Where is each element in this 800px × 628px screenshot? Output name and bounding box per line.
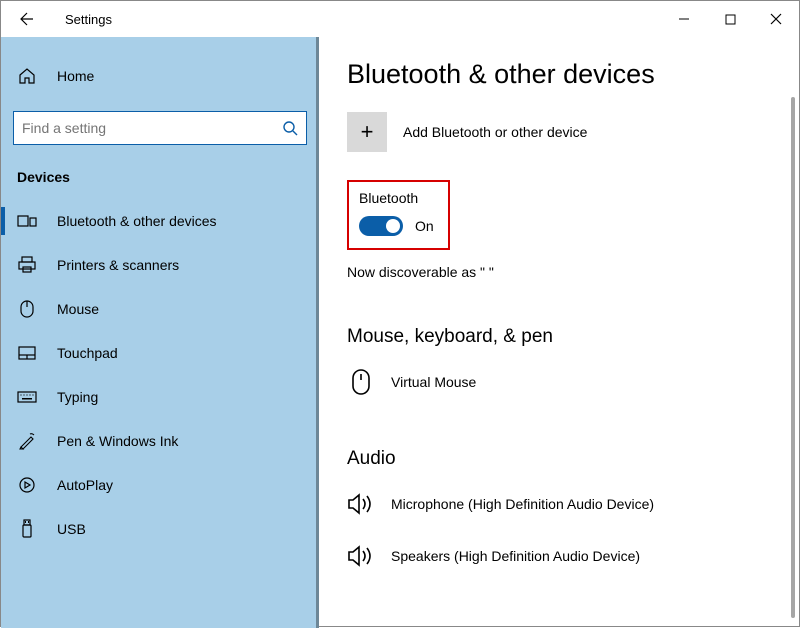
sidebar-item-printers[interactable]: Printers & scanners xyxy=(1,243,319,287)
pen-icon xyxy=(17,432,37,450)
mouse-icon xyxy=(17,300,37,318)
close-button[interactable] xyxy=(753,3,799,35)
mouse-outline-icon xyxy=(347,368,375,396)
minimize-button[interactable] xyxy=(661,3,707,35)
sidebar-item-label: Typing xyxy=(57,389,98,405)
add-device-label: Add Bluetooth or other device xyxy=(403,124,587,140)
sidebar-item-usb[interactable]: USB xyxy=(1,507,319,551)
close-icon xyxy=(770,13,782,25)
maximize-icon xyxy=(725,14,736,25)
touchpad-icon xyxy=(17,346,37,360)
discoverable-text: Now discoverable as " " xyxy=(347,264,775,280)
arrow-left-icon xyxy=(17,11,33,27)
sidebar-item-touchpad[interactable]: Touchpad xyxy=(1,331,319,375)
sidebar-item-typing[interactable]: Typing xyxy=(1,375,319,419)
main-scrollbar[interactable] xyxy=(791,97,795,618)
sidebar-item-label: Pen & Windows Ink xyxy=(57,433,178,449)
search-icon xyxy=(282,120,298,136)
device-name: Virtual Mouse xyxy=(391,374,476,390)
device-item[interactable]: Microphone (High Definition Audio Device… xyxy=(347,482,775,526)
autoplay-icon xyxy=(17,476,37,494)
keyboard-icon xyxy=(17,391,37,403)
bluetooth-toggle[interactable] xyxy=(359,216,403,236)
sidebar: Home Devices Bluetooth & other devices P… xyxy=(1,37,319,628)
home-icon xyxy=(17,67,37,85)
search-input[interactable] xyxy=(13,111,307,145)
sidebar-item-label: Bluetooth & other devices xyxy=(57,213,217,229)
usb-icon xyxy=(17,519,37,539)
device-item[interactable]: Virtual Mouse xyxy=(347,360,775,404)
sidebar-item-pen[interactable]: Pen & Windows Ink xyxy=(1,419,319,463)
sidebar-group-label: Devices xyxy=(1,163,319,199)
bluetooth-highlight: Bluetooth On xyxy=(347,180,450,250)
page-title: Bluetooth & other devices xyxy=(347,59,775,90)
device-item[interactable]: Speakers (High Definition Audio Device) xyxy=(347,534,775,578)
printer-icon xyxy=(17,256,37,274)
speaker-icon xyxy=(347,490,375,518)
sidebar-home[interactable]: Home xyxy=(1,57,319,95)
bluetooth-devices-icon xyxy=(17,213,37,229)
title-bar: Settings xyxy=(1,1,799,37)
sidebar-item-label: Mouse xyxy=(57,301,99,317)
sidebar-item-label: Printers & scanners xyxy=(57,257,179,273)
sidebar-item-bluetooth[interactable]: Bluetooth & other devices xyxy=(1,199,319,243)
section-heading-mouse: Mouse, keyboard, & pen xyxy=(347,326,775,348)
add-device-button[interactable]: + Add Bluetooth or other device xyxy=(347,112,775,152)
section-heading-audio: Audio xyxy=(347,448,775,470)
sidebar-item-label: AutoPlay xyxy=(57,477,113,493)
sidebar-item-label: USB xyxy=(57,521,86,537)
main-panel: Bluetooth & other devices + Add Bluetoot… xyxy=(319,37,799,628)
speaker-icon xyxy=(347,542,375,570)
maximize-button[interactable] xyxy=(707,3,753,35)
sidebar-item-autoplay[interactable]: AutoPlay xyxy=(1,463,319,507)
window-title: Settings xyxy=(65,12,112,27)
minimize-icon xyxy=(678,13,690,25)
sidebar-home-label: Home xyxy=(57,68,94,84)
sidebar-item-mouse[interactable]: Mouse xyxy=(1,287,319,331)
device-name: Speakers (High Definition Audio Device) xyxy=(391,548,640,564)
back-button[interactable] xyxy=(9,3,41,35)
sidebar-item-label: Touchpad xyxy=(57,345,118,361)
search-field[interactable] xyxy=(22,120,282,136)
device-name: Microphone (High Definition Audio Device… xyxy=(391,496,654,512)
plus-icon: + xyxy=(347,112,387,152)
bluetooth-label: Bluetooth xyxy=(359,190,434,206)
bluetooth-state-text: On xyxy=(415,218,434,234)
